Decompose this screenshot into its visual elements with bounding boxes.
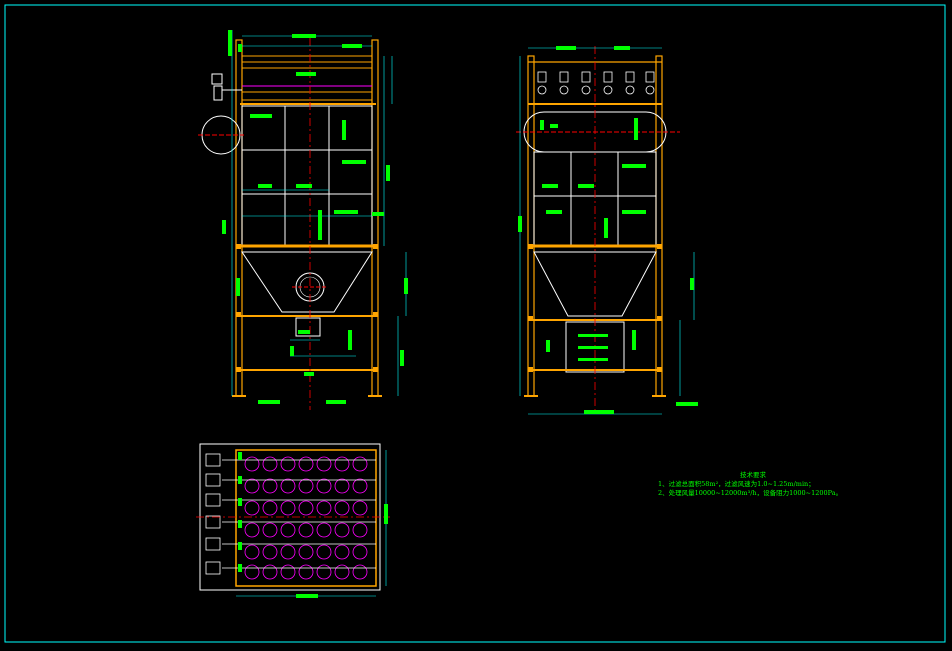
notes-line-2: 2、处理风量10000~12000m³/h，设备阻力1000~1200Pa。 [658,489,843,497]
cad-drawing-canvas [4,4,946,643]
plan-view [196,443,390,598]
notes-title: 技术要求 [740,471,766,479]
notes-line-1: 1、过滤总面积58m²，过滤风速为1.0~1.25m/min； [658,480,815,488]
technical-notes: 技术要求 1、过滤总面积58m²，过滤风速为1.0~1.25m/min； 2、处… [658,471,842,498]
sheet-border [4,4,946,643]
front-view [198,30,408,410]
side-view [516,46,698,415]
